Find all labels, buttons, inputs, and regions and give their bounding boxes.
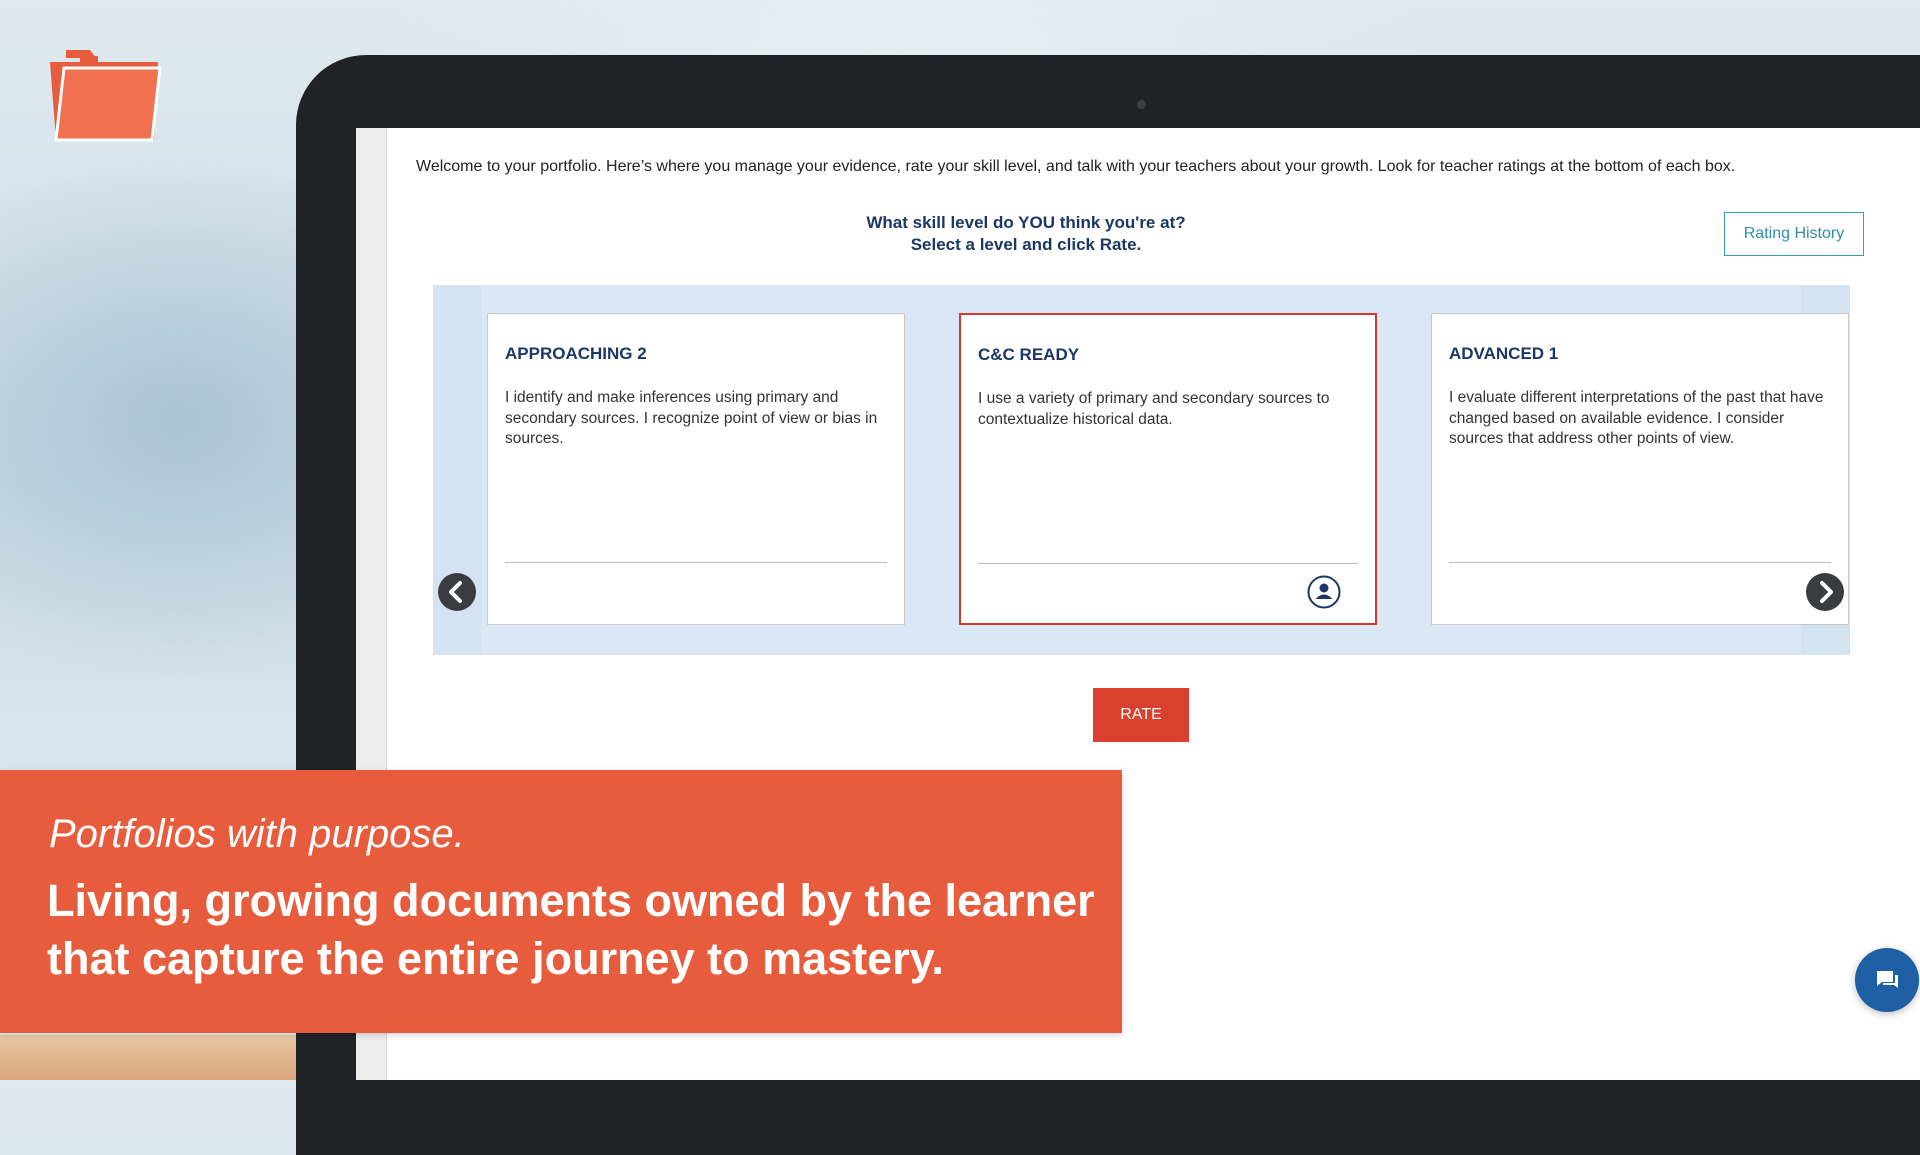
banner-tagline: Portfolios with purpose. (49, 812, 465, 856)
chevron-left-icon[interactable] (437, 572, 477, 612)
card-title: APPROACHING 2 (505, 344, 647, 363)
card-divider (505, 562, 887, 563)
card-divider (978, 563, 1358, 564)
skill-card-advanced-1[interactable]: ADVANCED 1 I evaluate different interpre… (1431, 313, 1849, 625)
banner-headline-line2: that capture the entire journey to maste… (47, 933, 944, 984)
card-divider (1449, 562, 1831, 563)
banner-headline: Living, growing documents owned by the l… (47, 872, 1107, 988)
marketing-banner: Portfolios with purpose. Living, growing… (0, 770, 1122, 1033)
chat-button[interactable] (1855, 948, 1919, 1012)
card-description: I use a variety of primary and secondary… (978, 390, 1330, 428)
folder-icon (50, 50, 162, 142)
card-description: I evaluate different interpretations of … (1449, 389, 1824, 447)
laptop-camera (1137, 100, 1146, 109)
skill-question-line1: What skill level do YOU think you're at? (866, 213, 1186, 232)
chevron-right-icon[interactable] (1805, 572, 1845, 612)
skill-card-approaching-2[interactable]: APPROACHING 2 I identify and make infere… (487, 313, 905, 625)
user-icon[interactable] (1307, 575, 1341, 609)
chat-icon (1877, 971, 1898, 988)
banner-headline-line1: Living, growing documents owned by the l… (47, 875, 1095, 926)
rate-button[interactable]: RATE (1093, 688, 1189, 742)
rating-history-button[interactable]: Rating History (1724, 212, 1864, 256)
skill-question-line2: Select a level and click Rate. (910, 235, 1142, 254)
background-wood-surface (0, 1035, 300, 1080)
card-title: ADVANCED 1 (1449, 344, 1559, 363)
card-title: C&C READY (978, 345, 1080, 364)
card-description: I identify and make inferences using pri… (505, 389, 878, 447)
skill-question: What skill level do YOU think you're at?… (776, 212, 1276, 256)
skill-level-carousel: APPROACHING 2 I identify and make infere… (433, 285, 1850, 655)
welcome-text: Welcome to your portfolio. Here’s where … (416, 158, 1736, 175)
skill-card-cc-ready[interactable]: C&C READY I use a variety of primary and… (959, 313, 1377, 625)
